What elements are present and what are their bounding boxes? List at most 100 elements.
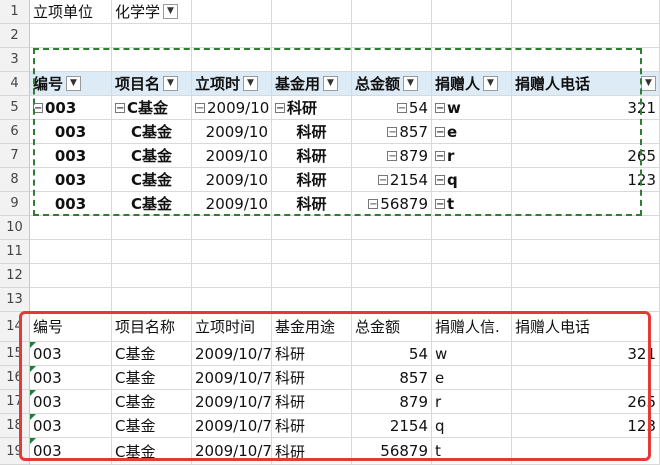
table-header[interactable]: 总金额: [352, 312, 432, 342]
row-header[interactable]: 14: [0, 312, 30, 342]
pivot-cell[interactable]: 2009/10: [192, 144, 272, 168]
pivot-header[interactable]: 总金额 ▼: [352, 72, 432, 96]
pivot-cell[interactable]: 003: [30, 120, 112, 144]
table-cell[interactable]: C基金: [112, 414, 192, 438]
table-header[interactable]: 基金用途: [272, 312, 352, 342]
pivot-cell[interactable]: C基金: [112, 120, 192, 144]
cell[interactable]: [30, 216, 112, 240]
row-header[interactable]: 11: [0, 240, 30, 264]
cell[interactable]: [112, 264, 192, 288]
dropdown-icon[interactable]: ▼: [403, 76, 419, 91]
cell[interactable]: [272, 216, 352, 240]
cell[interactable]: [112, 216, 192, 240]
collapse-icon[interactable]: −: [368, 198, 379, 209]
pivot-cell[interactable]: −879: [352, 144, 432, 168]
row-header[interactable]: 1: [0, 0, 30, 24]
row-header[interactable]: 18: [0, 414, 30, 438]
pivot-cell[interactable]: − r: [432, 144, 512, 168]
cell[interactable]: [512, 288, 660, 312]
pivot-cell[interactable]: −857: [352, 120, 432, 144]
collapse-icon[interactable]: −: [387, 150, 398, 161]
pivot-cell[interactable]: − w: [432, 96, 512, 120]
table-header[interactable]: 捐赠人电话: [512, 312, 660, 342]
cell[interactable]: [432, 264, 512, 288]
cell[interactable]: [272, 264, 352, 288]
pivot-cell[interactable]: −003: [30, 96, 112, 120]
cell[interactable]: [432, 0, 512, 24]
pivot-header[interactable]: 基金用 ▼: [272, 72, 352, 96]
cell[interactable]: [432, 24, 512, 48]
collapse-icon[interactable]: −: [377, 174, 388, 185]
table-cell[interactable]: 54: [352, 342, 432, 366]
row-header[interactable]: 16: [0, 366, 30, 390]
cell[interactable]: [192, 288, 272, 312]
row-header[interactable]: 2: [0, 24, 30, 48]
pivot-cell[interactable]: 科研: [272, 144, 352, 168]
collapse-icon[interactable]: −: [435, 126, 445, 137]
cell[interactable]: [512, 24, 660, 48]
cell[interactable]: [192, 216, 272, 240]
pivot-cell[interactable]: 321: [512, 96, 660, 120]
pivot-cell[interactable]: 科研: [272, 168, 352, 192]
table-cell[interactable]: 003: [30, 366, 112, 390]
row-header[interactable]: 12: [0, 264, 30, 288]
row-header[interactable]: 6: [0, 120, 30, 144]
table-cell[interactable]: [512, 366, 660, 390]
collapse-icon[interactable]: −: [115, 102, 125, 113]
table-cell[interactable]: C基金: [112, 366, 192, 390]
collapse-icon[interactable]: −: [435, 174, 445, 185]
table-header[interactable]: 项目名称: [112, 312, 192, 342]
cell[interactable]: [352, 288, 432, 312]
cell[interactable]: [512, 240, 660, 264]
table-header[interactable]: 立项时间: [192, 312, 272, 342]
pivot-cell[interactable]: 2009/10: [192, 192, 272, 216]
table-cell[interactable]: 科研: [272, 438, 352, 465]
table-cell[interactable]: [512, 438, 660, 465]
cell[interactable]: [192, 240, 272, 264]
cell[interactable]: [192, 24, 272, 48]
cell[interactable]: [272, 240, 352, 264]
cell[interactable]: [112, 48, 192, 72]
cell[interactable]: [512, 48, 660, 72]
pivot-cell[interactable]: − q: [432, 168, 512, 192]
pivot-cell[interactable]: 003: [30, 168, 112, 192]
table-cell[interactable]: 003: [30, 390, 112, 414]
table-header[interactable]: 捐赠人信.: [432, 312, 512, 342]
collapse-icon[interactable]: −: [396, 102, 407, 113]
pivot-header[interactable]: 项目名 ▼: [112, 72, 192, 96]
pivot-cell[interactable]: C基金: [112, 168, 192, 192]
table-cell[interactable]: 科研: [272, 366, 352, 390]
pivot-header[interactable]: 编号 ▼: [30, 72, 112, 96]
table-cell[interactable]: q: [432, 414, 512, 438]
cell[interactable]: [30, 24, 112, 48]
pivot-header[interactable]: 立项时 ▼: [192, 72, 272, 96]
table-cell[interactable]: 科研: [272, 342, 352, 366]
row-header[interactable]: 19: [0, 438, 30, 465]
table-cell[interactable]: 857: [352, 366, 432, 390]
pivot-cell[interactable]: − 科研: [272, 96, 352, 120]
dropdown-icon[interactable]: ▼: [243, 76, 259, 91]
table-cell[interactable]: t: [432, 438, 512, 465]
cell[interactable]: [432, 240, 512, 264]
dropdown-icon[interactable]: ▼: [323, 76, 339, 91]
cell[interactable]: [272, 288, 352, 312]
dropdown-icon[interactable]: ▼: [641, 76, 656, 91]
cell[interactable]: [112, 288, 192, 312]
dropdown-icon[interactable]: ▼: [66, 76, 82, 91]
row-header[interactable]: 8: [0, 168, 30, 192]
row-header[interactable]: 4: [0, 72, 30, 96]
table-cell[interactable]: 321: [512, 342, 660, 366]
cell[interactable]: [30, 240, 112, 264]
row-header[interactable]: 15: [0, 342, 30, 366]
collapse-icon[interactable]: −: [435, 150, 445, 161]
row-header[interactable]: 13: [0, 288, 30, 312]
cell[interactable]: [432, 48, 512, 72]
collapse-icon[interactable]: −: [195, 102, 205, 113]
row-header[interactable]: 17: [0, 390, 30, 414]
table-cell[interactable]: 879: [352, 390, 432, 414]
table-cell[interactable]: w: [432, 342, 512, 366]
pivot-cell[interactable]: 265: [512, 144, 660, 168]
pivot-cell[interactable]: − t: [432, 192, 512, 216]
pivot-cell[interactable]: 2009/10: [192, 120, 272, 144]
cell[interactable]: [30, 48, 112, 72]
